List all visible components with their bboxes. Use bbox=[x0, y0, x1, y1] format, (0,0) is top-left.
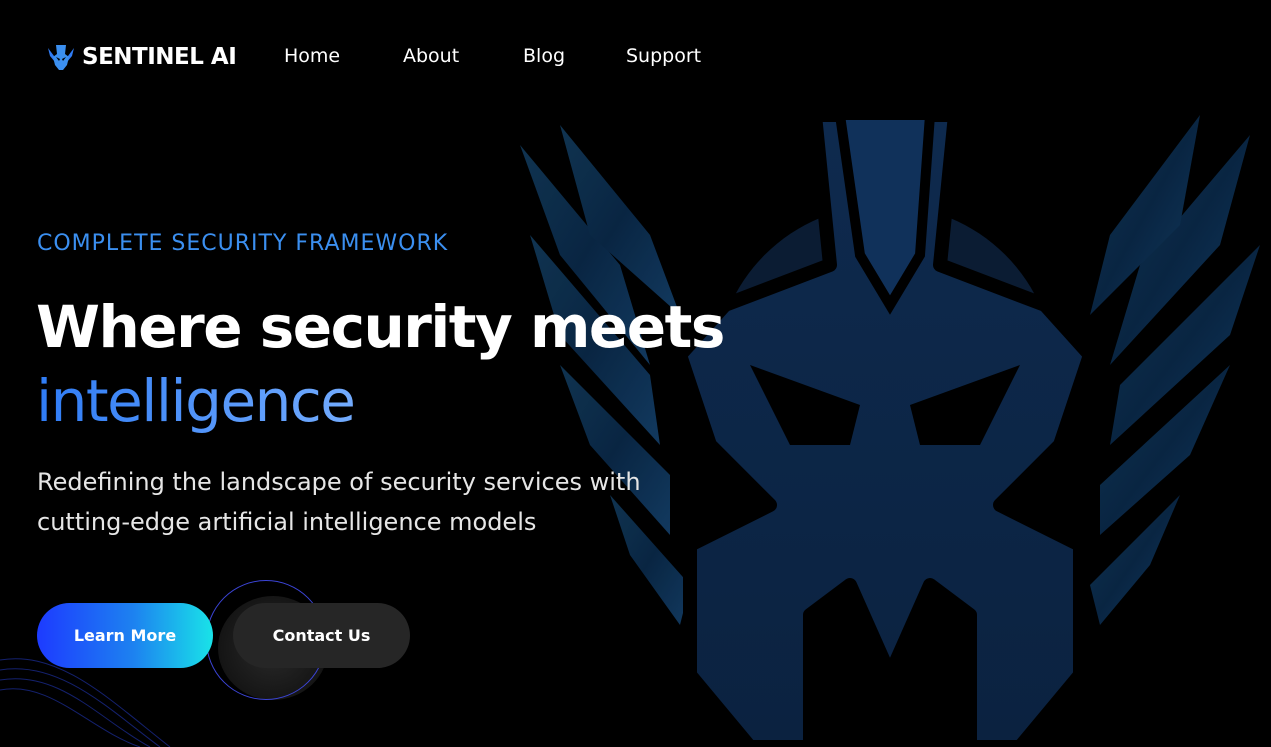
hero-subtitle: Redefining the landscape of security ser… bbox=[37, 468, 641, 536]
nav-link-support[interactable]: Support bbox=[626, 45, 701, 67]
winged-helmet-icon bbox=[48, 45, 74, 70]
nav-link-blog[interactable]: Blog bbox=[523, 45, 565, 67]
hero-eyebrow: COMPLETE SECURITY FRAMEWORK bbox=[37, 231, 449, 256]
headline-accent: intelligence bbox=[36, 364, 724, 438]
headline-line: Where security meets bbox=[36, 293, 725, 361]
hero-headline: Where security meets intelligence bbox=[36, 290, 725, 438]
top-navigation: SENTINEL AI Home About Blog Support bbox=[0, 0, 1271, 115]
nav-link-home[interactable]: Home bbox=[284, 45, 340, 67]
brand-logo[interactable]: SENTINEL AI bbox=[46, 42, 237, 72]
learn-more-button[interactable]: Learn More bbox=[37, 603, 213, 668]
brand-name: SENTINEL AI bbox=[82, 44, 237, 70]
nav-link-about[interactable]: About bbox=[403, 45, 459, 67]
contact-us-button[interactable]: Contact Us bbox=[233, 603, 410, 668]
